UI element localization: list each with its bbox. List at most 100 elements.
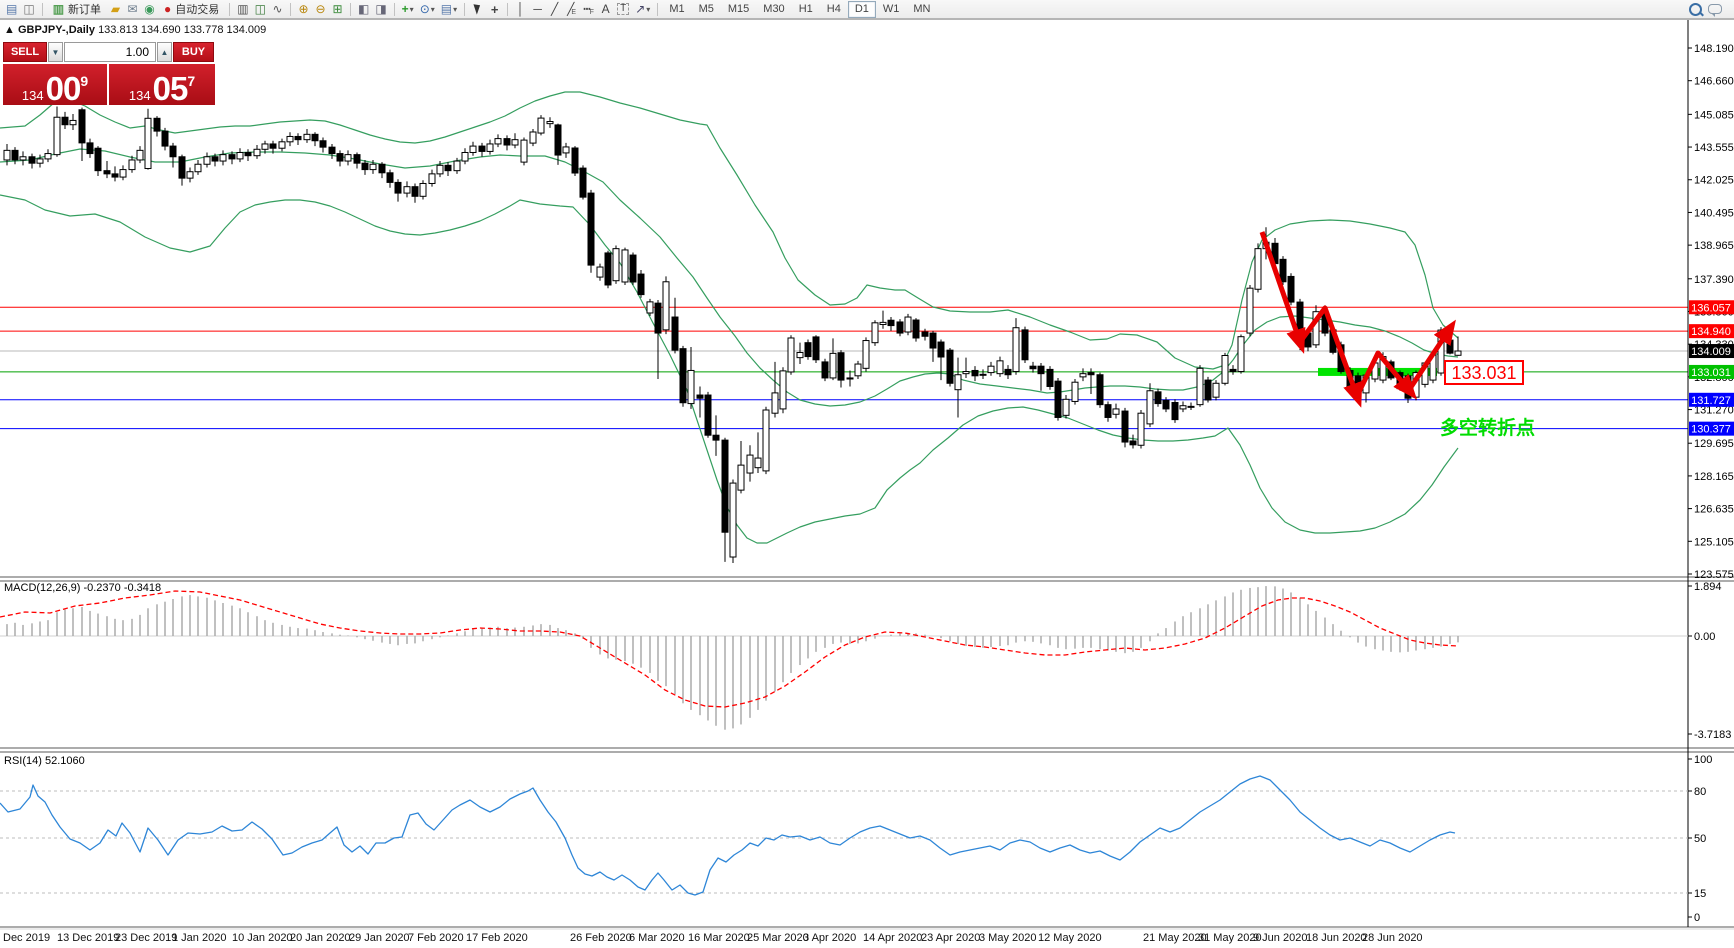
autotrading-button[interactable]: 自动交易 <box>158 1 225 17</box>
timeframe-m1[interactable]: M1 <box>662 1 691 18</box>
timeframe-d1[interactable]: D1 <box>848 1 876 18</box>
templates-button[interactable]: ▾ <box>438 1 460 17</box>
bull-candle <box>1080 374 1086 377</box>
rsi-axis-label: 0 <box>1694 912 1700 924</box>
indicators-button[interactable]: ▾ <box>399 1 417 17</box>
horizontal-line-tool[interactable] <box>529 1 546 17</box>
chart-shift-button[interactable] <box>372 1 389 17</box>
channel-tool[interactable]: E <box>563 1 580 17</box>
bear-candle <box>412 187 418 197</box>
new-order-button[interactable]: 新订单 <box>47 1 107 17</box>
signals-button[interactable] <box>141 1 158 17</box>
bull-candle <box>470 146 476 152</box>
bull-candle <box>454 161 460 171</box>
mailbox-button[interactable] <box>124 1 141 17</box>
text-tool[interactable] <box>597 1 614 17</box>
crosshair-tool[interactable] <box>486 1 503 17</box>
bull-candle <box>20 157 26 160</box>
bear-candle <box>838 353 844 380</box>
sell-price-handle: 134 <box>22 89 44 102</box>
symbol-name: GBPJPY-,Daily <box>18 24 95 36</box>
new-order-icon <box>53 3 64 15</box>
timeframe-m30[interactable]: M30 <box>756 1 791 18</box>
bull-candle <box>530 132 536 143</box>
bear-candle <box>379 164 385 173</box>
zoom-in-button[interactable] <box>295 1 312 17</box>
price-annotation-text: 133.031 <box>1451 363 1516 383</box>
bull-candle <box>980 374 986 375</box>
bull-candle <box>1147 391 1153 424</box>
bull-candle <box>1063 399 1069 415</box>
chart-window-icon[interactable] <box>3 1 20 17</box>
y-axis-label: 137.390 <box>1694 274 1734 286</box>
buy-price-display[interactable]: 134 05 7 <box>109 64 215 105</box>
bull-candle <box>420 183 426 196</box>
cursor-tool[interactable] <box>469 1 486 17</box>
bull-candle <box>4 150 10 160</box>
timeframe-m5[interactable]: M5 <box>692 1 721 18</box>
x-axis-date-label: 28 Jun 2020 <box>1362 932 1423 944</box>
bear-candle <box>387 173 393 183</box>
toolbar-separator <box>657 3 658 16</box>
bull-candle <box>304 134 310 139</box>
bull-candle <box>880 322 886 324</box>
shapes-tool[interactable]: ▾ <box>632 1 653 17</box>
volume-input[interactable]: 1.00 <box>64 42 156 62</box>
bear-candle <box>479 146 485 151</box>
sell-button[interactable]: SELL <box>3 42 47 62</box>
bull-candle <box>955 375 961 390</box>
sell-price-display[interactable]: 134 00 9 <box>3 64 109 105</box>
x-axis-date-label: 7 Feb 2020 <box>408 932 464 944</box>
bear-candle <box>29 157 35 163</box>
bear-candle <box>588 193 594 265</box>
buy-button[interactable]: BUY <box>173 42 214 62</box>
price-badge-text: 130.377 <box>1691 424 1731 436</box>
x-axis-date-label: 26 Feb 2020 <box>570 932 632 944</box>
chart-canvas[interactable]: 133.031多空转折点148.190146.660145.085143.555… <box>0 0 1734 948</box>
collapse-arrow-icon[interactable]: ▲ <box>4 24 15 36</box>
volume-decrease-button[interactable]: ▼ <box>48 42 63 62</box>
price-badge-text: 131.727 <box>1691 395 1731 407</box>
vertical-line-tool[interactable] <box>512 1 529 17</box>
periods-button[interactable]: ▾ <box>417 1 438 17</box>
timeframe-mn[interactable]: MN <box>906 1 937 18</box>
market-watch-icon[interactable] <box>20 1 37 17</box>
bull-candle <box>1455 351 1461 355</box>
sell-price-pip: 9 <box>80 74 88 88</box>
bull-candle <box>345 155 351 161</box>
zoom-out-button[interactable] <box>312 1 329 17</box>
fibonacci-tool[interactable]: F <box>580 1 597 17</box>
text-label-tool[interactable]: T <box>614 1 632 17</box>
bull-candle <box>521 140 527 162</box>
auto-scroll-button[interactable] <box>355 1 372 17</box>
tile-windows-button[interactable] <box>329 1 346 17</box>
x-axis-date-label: Dec 2019 <box>3 932 50 944</box>
bear-candle <box>888 320 894 325</box>
bear-candle <box>938 342 944 357</box>
symbol-ohlc: 133.813 134.690 133.778 134.009 <box>98 24 266 36</box>
bull-candle <box>1247 288 1253 333</box>
timeframe-h4[interactable]: H4 <box>820 1 848 18</box>
bear-candle <box>1088 373 1094 375</box>
bear-candle <box>79 110 85 143</box>
search-icon[interactable] <box>1686 1 1705 17</box>
timeframe-w1[interactable]: W1 <box>876 1 907 18</box>
x-axis-date-label: 9 Jun 2020 <box>1253 932 1307 944</box>
timeframe-h1[interactable]: H1 <box>792 1 820 18</box>
x-axis-date-label: 16 Mar 2020 <box>688 932 750 944</box>
pivot-note-text: 多空转折点 <box>1440 416 1535 439</box>
bull-candle <box>262 144 268 149</box>
chat-icon[interactable] <box>1705 1 1725 17</box>
bar-chart-mode-button[interactable] <box>234 1 251 17</box>
timeframe-m15[interactable]: M15 <box>721 1 756 18</box>
line-chart-mode-button[interactable] <box>269 1 286 17</box>
bear-candle <box>1038 366 1044 373</box>
volume-increase-button[interactable]: ▲ <box>157 42 172 62</box>
trendline-tool[interactable] <box>546 1 563 17</box>
bear-candle <box>104 171 110 174</box>
gold-symbol-button[interactable] <box>107 1 124 17</box>
x-axis-date-label: 18 Jun 2020 <box>1306 932 1367 944</box>
candlestick-mode-button[interactable] <box>252 1 269 17</box>
toolbar-separator <box>350 3 351 16</box>
y-axis-label: 140.495 <box>1694 207 1734 219</box>
